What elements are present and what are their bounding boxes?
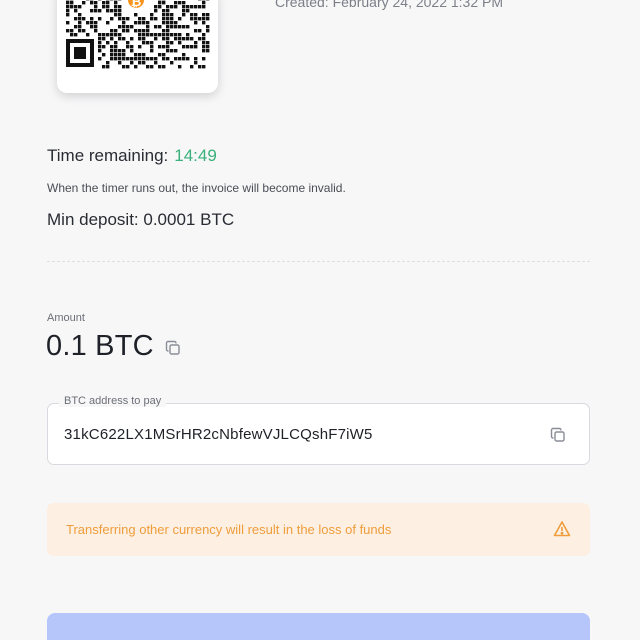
time-remaining: Time remaining: 14:49 — [47, 146, 217, 166]
copy-icon — [165, 340, 180, 355]
copy-icon — [550, 427, 565, 442]
qr-code-image — [66, 0, 210, 69]
payment-invoice-page: ₿ Created: February 24, 2022 1:32 PM Tim… — [0, 0, 640, 640]
copy-amount-button[interactable] — [162, 337, 184, 359]
invoice-created-date: Created: February 24, 2022 1:32 PM — [275, 0, 504, 10]
qr-code-card: ₿ — [57, 0, 218, 93]
time-remaining-value: 14:49 — [174, 146, 217, 165]
min-deposit: Min deposit: 0.0001 BTC — [47, 210, 235, 229]
amount-value: 0.1 BTC — [46, 330, 154, 362]
section-divider — [47, 261, 590, 262]
btc-address-field[interactable]: BTC address to pay 31kC622LX1MSrHR2cNbfe… — [47, 395, 590, 465]
waiting-for-payment-button[interactable]: Waiting for Payment — [47, 613, 590, 640]
timer-note: When the timer runs out, the invoice wil… — [47, 181, 346, 195]
amount-row: 0.1 BTC — [46, 330, 184, 363]
warning-triangle-icon — [553, 521, 571, 537]
currency-warning-banner: Transferring other currency will result … — [47, 503, 590, 556]
warning-text: Transferring other currency will result … — [66, 522, 392, 537]
btc-address-label: BTC address to pay — [59, 395, 167, 407]
btc-address-value[interactable]: 31kC622LX1MSrHR2cNbfewVJLCQshF7iW5 — [64, 426, 373, 443]
copy-address-button[interactable] — [547, 424, 569, 446]
amount-label: Amount — [47, 312, 85, 324]
time-remaining-label: Time remaining: — [47, 146, 169, 165]
